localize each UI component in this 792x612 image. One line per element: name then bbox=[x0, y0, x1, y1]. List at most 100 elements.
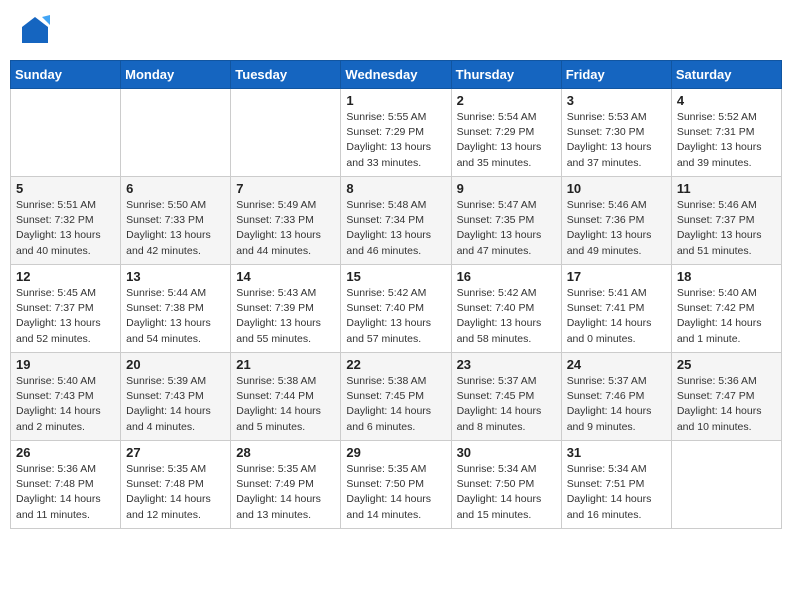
cell-content: Sunrise: 5:55 AMSunset: 7:29 PMDaylight:… bbox=[346, 110, 445, 171]
column-header-wednesday: Wednesday bbox=[341, 61, 451, 89]
calendar-week-row: 1 Sunrise: 5:55 AMSunset: 7:29 PMDaylight… bbox=[11, 89, 782, 177]
calendar-cell: 26 Sunrise: 5:36 AMSunset: 7:48 PMDayligh… bbox=[11, 441, 121, 529]
calendar-cell: 21 Sunrise: 5:38 AMSunset: 7:44 PMDayligh… bbox=[231, 353, 341, 441]
day-number: 31 bbox=[567, 445, 666, 460]
day-number: 17 bbox=[567, 269, 666, 284]
calendar-week-row: 19Sunrise: 5:40 AMSunset: 7:43 PMDayligh… bbox=[11, 353, 782, 441]
cell-content: Sunrise: 5:34 AMSunset: 7:50 PMDaylight:… bbox=[457, 462, 556, 523]
cell-content: Sunrise: 5:47 AMSunset: 7:35 PMDaylight:… bbox=[457, 198, 556, 259]
day-number: 28 bbox=[236, 445, 335, 460]
cell-content: Sunrise: 5:42 AMSunset: 7:40 PMDaylight:… bbox=[346, 286, 445, 347]
cell-content: Sunrise: 5:36 AMSunset: 7:47 PMDaylight:… bbox=[677, 374, 776, 435]
cell-content: Sunrise: 5:34 AMSunset: 7:51 PMDaylight:… bbox=[567, 462, 666, 523]
cell-content: Sunrise: 5:35 AMSunset: 7:50 PMDaylight:… bbox=[346, 462, 445, 523]
day-number: 10 bbox=[567, 181, 666, 196]
day-number: 27 bbox=[126, 445, 225, 460]
day-number: 26 bbox=[16, 445, 115, 460]
column-header-thursday: Thursday bbox=[451, 61, 561, 89]
calendar-cell: 2Sunrise: 5:54 AMSunset: 7:29 PMDaylight… bbox=[451, 89, 561, 177]
day-number: 21 bbox=[236, 357, 335, 372]
calendar-cell: 10Sunrise: 5:46 AMSunset: 7:36 PMDayligh… bbox=[561, 177, 671, 265]
calendar-cell: 24 Sunrise: 5:37 AMSunset: 7:46 PMDayligh… bbox=[561, 353, 671, 441]
calendar-cell bbox=[671, 441, 781, 529]
cell-content: Sunrise: 5:40 AMSunset: 7:42 PMDaylight:… bbox=[677, 286, 776, 347]
column-header-sunday: Sunday bbox=[11, 61, 121, 89]
cell-content: Sunrise: 5:48 AMSunset: 7:34 PMDaylight:… bbox=[346, 198, 445, 259]
calendar-cell: 23 Sunrise: 5:37 AMSunset: 7:45 PMDayligh… bbox=[451, 353, 561, 441]
day-number: 14 bbox=[236, 269, 335, 284]
calendar-cell: 5 Sunrise: 5:51 AMSunset: 7:32 PMDaylight… bbox=[11, 177, 121, 265]
calendar-cell bbox=[231, 89, 341, 177]
calendar-cell: 31 Sunrise: 5:34 AMSunset: 7:51 PMDayligh… bbox=[561, 441, 671, 529]
calendar-cell: 22 Sunrise: 5:38 AMSunset: 7:45 PMDayligh… bbox=[341, 353, 451, 441]
calendar-week-row: 26 Sunrise: 5:36 AMSunset: 7:48 PMDayligh… bbox=[11, 441, 782, 529]
calendar-cell: 25 Sunrise: 5:36 AMSunset: 7:47 PMDayligh… bbox=[671, 353, 781, 441]
calendar-header-row: SundayMondayTuesdayWednesdayThursdayFrid… bbox=[11, 61, 782, 89]
day-number: 1 bbox=[346, 93, 445, 108]
column-header-saturday: Saturday bbox=[671, 61, 781, 89]
calendar-cell: 9Sunrise: 5:47 AMSunset: 7:35 PMDaylight… bbox=[451, 177, 561, 265]
calendar-cell bbox=[11, 89, 121, 177]
cell-content: Sunrise: 5:40 AMSunset: 7:43 PMDaylight:… bbox=[16, 374, 115, 435]
day-number: 11 bbox=[677, 181, 776, 196]
cell-content: Sunrise: 5:49 AMSunset: 7:33 PMDaylight:… bbox=[236, 198, 335, 259]
cell-content: Sunrise: 5:37 AMSunset: 7:45 PMDaylight:… bbox=[457, 374, 556, 435]
column-header-friday: Friday bbox=[561, 61, 671, 89]
cell-content: Sunrise: 5:46 AMSunset: 7:37 PMDaylight:… bbox=[677, 198, 776, 259]
day-number: 16 bbox=[457, 269, 556, 284]
day-number: 30 bbox=[457, 445, 556, 460]
day-number: 3 bbox=[567, 93, 666, 108]
calendar-cell: 29Sunrise: 5:35 AMSunset: 7:50 PMDayligh… bbox=[341, 441, 451, 529]
calendar-cell: 17 Sunrise: 5:41 AMSunset: 7:41 PMDayligh… bbox=[561, 265, 671, 353]
cell-content: Sunrise: 5:41 AMSunset: 7:41 PMDaylight:… bbox=[567, 286, 666, 347]
logo bbox=[20, 15, 54, 45]
cell-content: Sunrise: 5:38 AMSunset: 7:44 PMDaylight:… bbox=[236, 374, 335, 435]
calendar-cell bbox=[121, 89, 231, 177]
calendar-week-row: 5 Sunrise: 5:51 AMSunset: 7:32 PMDaylight… bbox=[11, 177, 782, 265]
cell-content: Sunrise: 5:51 AMSunset: 7:32 PMDaylight:… bbox=[16, 198, 115, 259]
calendar-cell: 28 Sunrise: 5:35 AMSunset: 7:49 PMDayligh… bbox=[231, 441, 341, 529]
calendar-table: SundayMondayTuesdayWednesdayThursdayFrid… bbox=[10, 60, 782, 529]
day-number: 6 bbox=[126, 181, 225, 196]
cell-content: Sunrise: 5:52 AMSunset: 7:31 PMDaylight:… bbox=[677, 110, 776, 171]
calendar-cell: 18Sunrise: 5:40 AMSunset: 7:42 PMDayligh… bbox=[671, 265, 781, 353]
day-number: 20 bbox=[126, 357, 225, 372]
calendar-cell: 14 Sunrise: 5:43 AMSunset: 7:39 PMDayligh… bbox=[231, 265, 341, 353]
calendar-cell: 16 Sunrise: 5:42 AMSunset: 7:40 PMDayligh… bbox=[451, 265, 561, 353]
cell-content: Sunrise: 5:35 AMSunset: 7:49 PMDaylight:… bbox=[236, 462, 335, 523]
cell-content: Sunrise: 5:44 AMSunset: 7:38 PMDaylight:… bbox=[126, 286, 225, 347]
calendar-cell: 8 Sunrise: 5:48 AMSunset: 7:34 PMDaylight… bbox=[341, 177, 451, 265]
calendar-cell: 20 Sunrise: 5:39 AMSunset: 7:43 PMDayligh… bbox=[121, 353, 231, 441]
day-number: 24 bbox=[567, 357, 666, 372]
cell-content: Sunrise: 5:36 AMSunset: 7:48 PMDaylight:… bbox=[16, 462, 115, 523]
cell-content: Sunrise: 5:35 AMSunset: 7:48 PMDaylight:… bbox=[126, 462, 225, 523]
page-header bbox=[10, 10, 782, 50]
cell-content: Sunrise: 5:43 AMSunset: 7:39 PMDaylight:… bbox=[236, 286, 335, 347]
day-number: 22 bbox=[346, 357, 445, 372]
logo-icon bbox=[20, 15, 50, 45]
calendar-cell: 7 Sunrise: 5:49 AMSunset: 7:33 PMDaylight… bbox=[231, 177, 341, 265]
day-number: 8 bbox=[346, 181, 445, 196]
cell-content: Sunrise: 5:45 AMSunset: 7:37 PMDaylight:… bbox=[16, 286, 115, 347]
cell-content: Sunrise: 5:50 AMSunset: 7:33 PMDaylight:… bbox=[126, 198, 225, 259]
calendar-cell: 12 Sunrise: 5:45 AMSunset: 7:37 PMDayligh… bbox=[11, 265, 121, 353]
cell-content: Sunrise: 5:54 AMSunset: 7:29 PMDaylight:… bbox=[457, 110, 556, 171]
calendar-cell: 3Sunrise: 5:53 AMSunset: 7:30 PMDaylight… bbox=[561, 89, 671, 177]
day-number: 4 bbox=[677, 93, 776, 108]
day-number: 15 bbox=[346, 269, 445, 284]
day-number: 25 bbox=[677, 357, 776, 372]
cell-content: Sunrise: 5:38 AMSunset: 7:45 PMDaylight:… bbox=[346, 374, 445, 435]
calendar-cell: 1 Sunrise: 5:55 AMSunset: 7:29 PMDaylight… bbox=[341, 89, 451, 177]
cell-content: Sunrise: 5:39 AMSunset: 7:43 PMDaylight:… bbox=[126, 374, 225, 435]
calendar-cell: 19Sunrise: 5:40 AMSunset: 7:43 PMDayligh… bbox=[11, 353, 121, 441]
calendar-cell: 11 Sunrise: 5:46 AMSunset: 7:37 PMDayligh… bbox=[671, 177, 781, 265]
day-number: 5 bbox=[16, 181, 115, 196]
day-number: 23 bbox=[457, 357, 556, 372]
cell-content: Sunrise: 5:42 AMSunset: 7:40 PMDaylight:… bbox=[457, 286, 556, 347]
column-header-monday: Monday bbox=[121, 61, 231, 89]
calendar-cell: 27 Sunrise: 5:35 AMSunset: 7:48 PMDayligh… bbox=[121, 441, 231, 529]
day-number: 12 bbox=[16, 269, 115, 284]
cell-content: Sunrise: 5:37 AMSunset: 7:46 PMDaylight:… bbox=[567, 374, 666, 435]
day-number: 7 bbox=[236, 181, 335, 196]
calendar-cell: 13Sunrise: 5:44 AMSunset: 7:38 PMDayligh… bbox=[121, 265, 231, 353]
